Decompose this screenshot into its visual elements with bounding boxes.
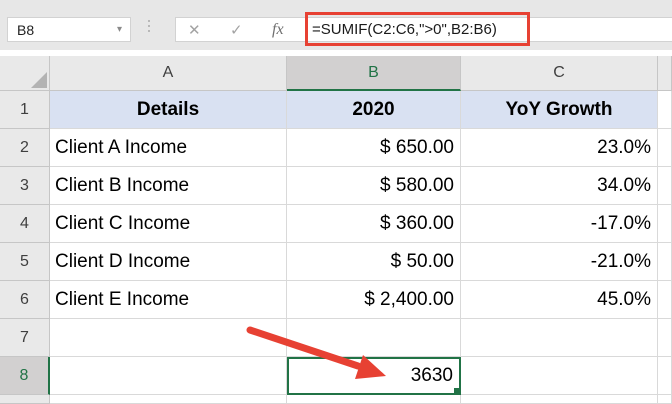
formula-bar-divider bbox=[148, 20, 150, 32]
cell-b1[interactable]: 2020 bbox=[287, 91, 461, 129]
cell-b3[interactable]: $ 580.00 bbox=[287, 167, 461, 205]
row-header-2[interactable]: 2 bbox=[0, 129, 50, 167]
row-header-3[interactable]: 3 bbox=[0, 167, 50, 205]
cell-b9-sliver[interactable] bbox=[287, 395, 461, 404]
row-header-5[interactable]: 5 bbox=[0, 243, 50, 281]
row-header-8[interactable]: 8 bbox=[0, 357, 50, 395]
column-header-a[interactable]: A bbox=[50, 56, 287, 91]
cell-c2[interactable]: 23.0% bbox=[461, 129, 658, 167]
name-box-dropdown-icon[interactable]: ▾ bbox=[117, 24, 122, 35]
fill-handle[interactable] bbox=[453, 387, 461, 395]
cell-d3[interactable] bbox=[658, 167, 672, 205]
cell-a2[interactable]: Client A Income bbox=[50, 129, 287, 167]
cell-a4[interactable]: Client C Income bbox=[50, 205, 287, 243]
row-header-4[interactable]: 4 bbox=[0, 205, 50, 243]
cell-b2[interactable]: $ 650.00 bbox=[287, 129, 461, 167]
cell-c3[interactable]: 34.0% bbox=[461, 167, 658, 205]
excel-window: B8 ▾ ✕ ✓ fx =SUMIF(C2:C6,">0",B2:B6) A B… bbox=[0, 0, 672, 404]
cell-d7[interactable] bbox=[658, 319, 672, 357]
cell-a3[interactable]: Client B Income bbox=[50, 167, 287, 205]
cell-b5[interactable]: $ 50.00 bbox=[287, 243, 461, 281]
cell-b6[interactable]: $ 2,400.00 bbox=[287, 281, 461, 319]
cell-c8[interactable] bbox=[461, 357, 658, 395]
cell-d9-sliver[interactable] bbox=[658, 395, 672, 404]
row-header-9-sliver[interactable] bbox=[0, 395, 50, 404]
enter-icon[interactable]: ✓ bbox=[230, 18, 243, 41]
cell-a6[interactable]: Client E Income bbox=[50, 281, 287, 319]
cell-c4[interactable]: -17.0% bbox=[461, 205, 658, 243]
cell-c5[interactable]: -21.0% bbox=[461, 243, 658, 281]
cancel-icon[interactable]: ✕ bbox=[188, 18, 201, 41]
select-all-corner[interactable] bbox=[0, 56, 50, 91]
row-header-6[interactable]: 6 bbox=[0, 281, 50, 319]
insert-function-icon[interactable]: fx bbox=[272, 18, 284, 41]
cell-d1[interactable] bbox=[658, 91, 672, 129]
cell-b4[interactable]: $ 360.00 bbox=[287, 205, 461, 243]
cell-d8[interactable] bbox=[658, 357, 672, 395]
cell-b8-selected[interactable]: 3630 bbox=[287, 357, 461, 395]
name-box-cell-ref: B8 bbox=[8, 22, 34, 38]
cell-d4[interactable] bbox=[658, 205, 672, 243]
cell-d5[interactable] bbox=[658, 243, 672, 281]
cell-c6[interactable]: 45.0% bbox=[461, 281, 658, 319]
formula-highlight-annotation bbox=[305, 12, 530, 46]
cell-a1[interactable]: Details bbox=[50, 91, 287, 129]
column-header-c[interactable]: C bbox=[461, 56, 658, 91]
row-header-7[interactable]: 7 bbox=[0, 319, 50, 357]
cell-c9-sliver[interactable] bbox=[461, 395, 658, 404]
worksheet-grid: A B C 1 Details 2020 YoY Growth 2 Client… bbox=[0, 56, 672, 404]
cell-c7[interactable] bbox=[461, 319, 658, 357]
cell-d2[interactable] bbox=[658, 129, 672, 167]
cell-a7[interactable] bbox=[50, 319, 287, 357]
name-box[interactable]: B8 ▾ bbox=[7, 17, 131, 42]
row-header-1[interactable]: 1 bbox=[0, 91, 50, 129]
cell-a8[interactable] bbox=[50, 357, 287, 395]
cell-b7[interactable] bbox=[287, 319, 461, 357]
cell-c1[interactable]: YoY Growth bbox=[461, 91, 658, 129]
column-header-d-sliver[interactable] bbox=[658, 56, 672, 91]
cell-d6[interactable] bbox=[658, 281, 672, 319]
cell-a5[interactable]: Client D Income bbox=[50, 243, 287, 281]
cell-a9-sliver[interactable] bbox=[50, 395, 287, 404]
select-all-triangle-icon bbox=[31, 72, 47, 88]
column-header-b[interactable]: B bbox=[287, 56, 461, 91]
formula-toolbar: B8 ▾ ✕ ✓ fx =SUMIF(C2:C6,">0",B2:B6) bbox=[0, 0, 672, 50]
